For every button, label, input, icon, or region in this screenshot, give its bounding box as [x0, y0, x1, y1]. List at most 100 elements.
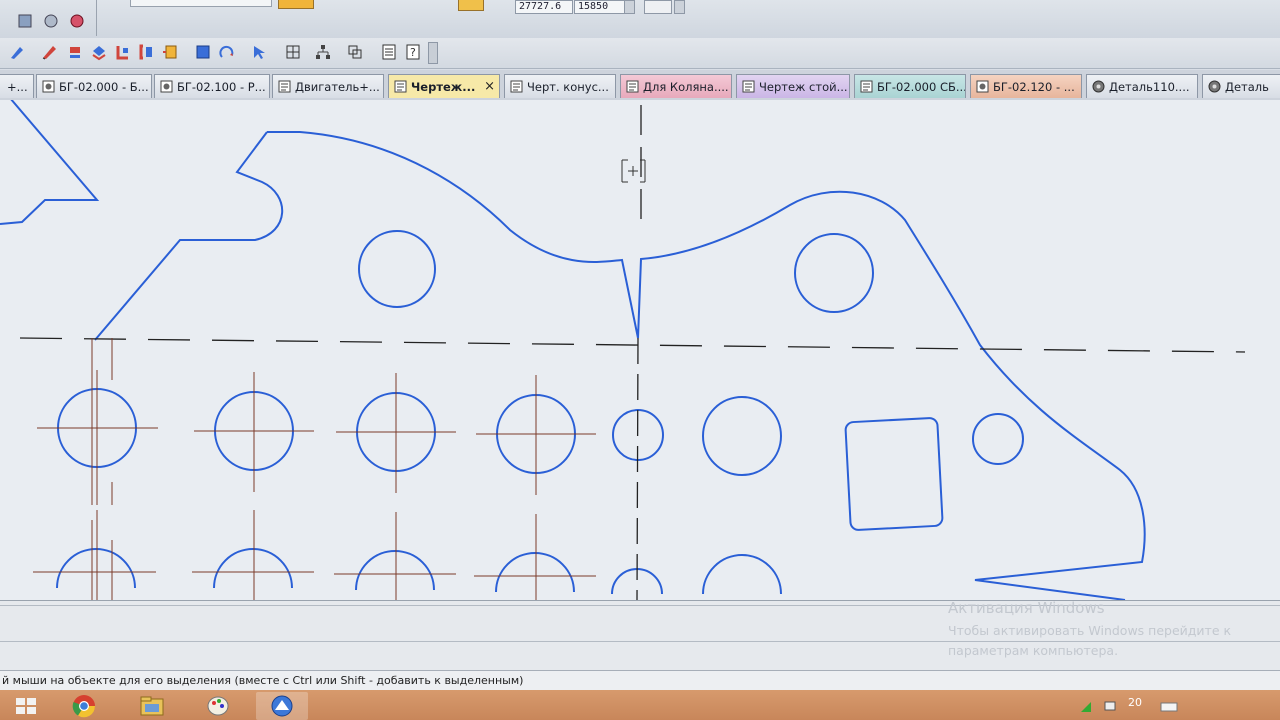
- assembly-icon: [160, 80, 173, 93]
- tab-doc-11[interactable]: Деталь: [1202, 74, 1280, 98]
- drawing-doc-icon: [278, 80, 291, 93]
- tab-doc-10[interactable]: Деталь110....: [1086, 74, 1198, 98]
- square-icon[interactable]: [192, 41, 214, 63]
- fill-icon[interactable]: [64, 41, 86, 63]
- part-fragment-left[interactable]: [0, 100, 100, 225]
- centermark-row2-4: [474, 514, 596, 600]
- activation-watermark-line2: параметрам компьютера.: [948, 643, 1119, 658]
- bracket-icon[interactable]: [136, 41, 158, 63]
- centermark-1: [37, 370, 158, 505]
- style-button[interactable]: [278, 0, 314, 9]
- hole-row2-6[interactable]: [702, 554, 782, 595]
- chrome-icon[interactable]: [58, 692, 110, 720]
- assembly-icon: [42, 80, 55, 93]
- tab-doc-9[interactable]: БГ-02.120 - ...: [970, 74, 1082, 98]
- tab-label: Чертеж...: [411, 80, 476, 94]
- tab-doc-1[interactable]: БГ-02.000 - Б...: [36, 74, 152, 98]
- view-button[interactable]: [644, 0, 672, 14]
- tab-label: Двигатель+...: [295, 80, 380, 94]
- layer-combo[interactable]: [130, 0, 272, 7]
- property-panel: Активация Windows Чтобы активировать Win…: [0, 599, 1280, 671]
- tray-keyboard-icon[interactable]: [1160, 698, 1178, 712]
- assembly-icon: [976, 80, 989, 93]
- pencil-icon[interactable]: [38, 41, 60, 63]
- toolbar-overflow-icon[interactable]: [428, 42, 438, 64]
- drawing-svg: [0, 100, 1246, 600]
- status-bar: й мыши на объекте для его выделения (вме…: [0, 670, 1280, 690]
- tab-label: БГ-02.000 - Б...: [59, 80, 149, 94]
- tab-doc-active[interactable]: Чертеж... ×: [388, 74, 500, 98]
- tab-doc-8[interactable]: БГ-02.000 СБ...: [854, 74, 966, 98]
- exit-icon[interactable]: [160, 41, 182, 63]
- hole-row2-4[interactable]: [495, 552, 575, 593]
- list-icon[interactable]: [378, 41, 400, 63]
- main-toolbar: 27727.6 15850: [0, 0, 1280, 39]
- tab-label: Черт. конус...: [527, 80, 609, 94]
- drawing-doc-icon: [626, 80, 639, 93]
- taskbar: 20: [0, 690, 1280, 720]
- filter-icon[interactable]: [14, 10, 36, 32]
- centermark-4: [476, 375, 596, 495]
- centermark-row2-2: [192, 510, 314, 600]
- paint-icon[interactable]: [192, 692, 244, 720]
- pen-icon[interactable]: [6, 41, 28, 63]
- tab-label: Деталь110....: [1109, 80, 1190, 94]
- hole-row2-1[interactable]: [56, 548, 136, 589]
- tray-flag-icon[interactable]: [1104, 698, 1118, 711]
- drawing-doc-icon: [394, 80, 407, 93]
- tab-doc-0[interactable]: +...: [0, 74, 34, 98]
- part-contour-main[interactable]: [267, 131, 1146, 600]
- rotate-icon[interactable]: [216, 41, 238, 63]
- hole-row1-8[interactable]: [972, 413, 1024, 465]
- coord-x-field[interactable]: 27727.6: [515, 0, 573, 14]
- part-icon: [1208, 80, 1221, 93]
- hole-top-2[interactable]: [794, 233, 874, 313]
- stop-icon[interactable]: [66, 10, 88, 32]
- cursor-icon[interactable]: [248, 41, 270, 63]
- start-icon[interactable]: [0, 692, 52, 720]
- hole-row1-6[interactable]: [702, 396, 782, 476]
- color-button[interactable]: [458, 0, 484, 11]
- tab-doc-2[interactable]: БГ-02.100 - Р...: [154, 74, 270, 98]
- centermark-3: [336, 373, 456, 493]
- tab-label: БГ-02.000 СБ...: [877, 80, 966, 94]
- close-icon[interactable]: ×: [484, 75, 495, 98]
- explorer-icon[interactable]: [126, 692, 178, 720]
- layers-icon[interactable]: [88, 41, 110, 63]
- tab-doc-5[interactable]: Черт. конус...: [504, 74, 616, 98]
- hole-top-1[interactable]: [358, 230, 436, 308]
- tree-icon[interactable]: [112, 41, 134, 63]
- grid-icon[interactable]: [282, 41, 304, 63]
- link-icon[interactable]: [344, 41, 366, 63]
- part-icon: [1092, 80, 1105, 93]
- centermark-row2-3: [334, 512, 456, 600]
- svg-text:?: ?: [410, 46, 416, 59]
- tab-label: Чертеж стой...: [759, 80, 848, 94]
- snap-icon[interactable]: [40, 10, 62, 32]
- hole-row2-2[interactable]: [213, 548, 293, 589]
- tab-label: Деталь: [1225, 80, 1269, 94]
- tray-clock[interactable]: 20: [1128, 696, 1142, 709]
- tray-network-icon[interactable]: [1080, 698, 1092, 712]
- document-tabs: +... БГ-02.000 - Б... БГ-02.100 - Р... Д…: [0, 70, 1280, 102]
- slot-rect[interactable]: [844, 417, 944, 531]
- hierarchy-icon[interactable]: [312, 41, 334, 63]
- hole-row2-3[interactable]: [355, 550, 435, 591]
- axis-line-vertical-bottom: [636, 337, 639, 600]
- coord-y-field[interactable]: 15850: [574, 0, 628, 14]
- activation-watermark-line1: Чтобы активировать Windows перейдите к: [948, 623, 1232, 638]
- part-contour-left[interactable]: [94, 131, 284, 341]
- drawing-canvas[interactable]: [0, 100, 1280, 600]
- view-dropdown-icon[interactable]: [674, 0, 685, 14]
- centermark-1-extra: [91, 338, 113, 505]
- coord-dropdown-icon[interactable]: [624, 0, 635, 14]
- axis-line-horizontal: [19, 337, 1246, 353]
- tab-doc-7[interactable]: Чертеж стой...: [736, 74, 850, 98]
- kompas-icon[interactable]: [256, 692, 308, 720]
- tab-label: БГ-02.100 - Р...: [177, 80, 266, 94]
- status-hint: й мыши на объекте для его выделения (вме…: [2, 674, 524, 687]
- tab-doc-6[interactable]: Для Коляна....: [620, 74, 732, 98]
- centermark-row2-1: [33, 510, 156, 600]
- help-icon[interactable]: ?: [402, 41, 424, 63]
- tab-doc-3[interactable]: Двигатель+...: [272, 74, 384, 98]
